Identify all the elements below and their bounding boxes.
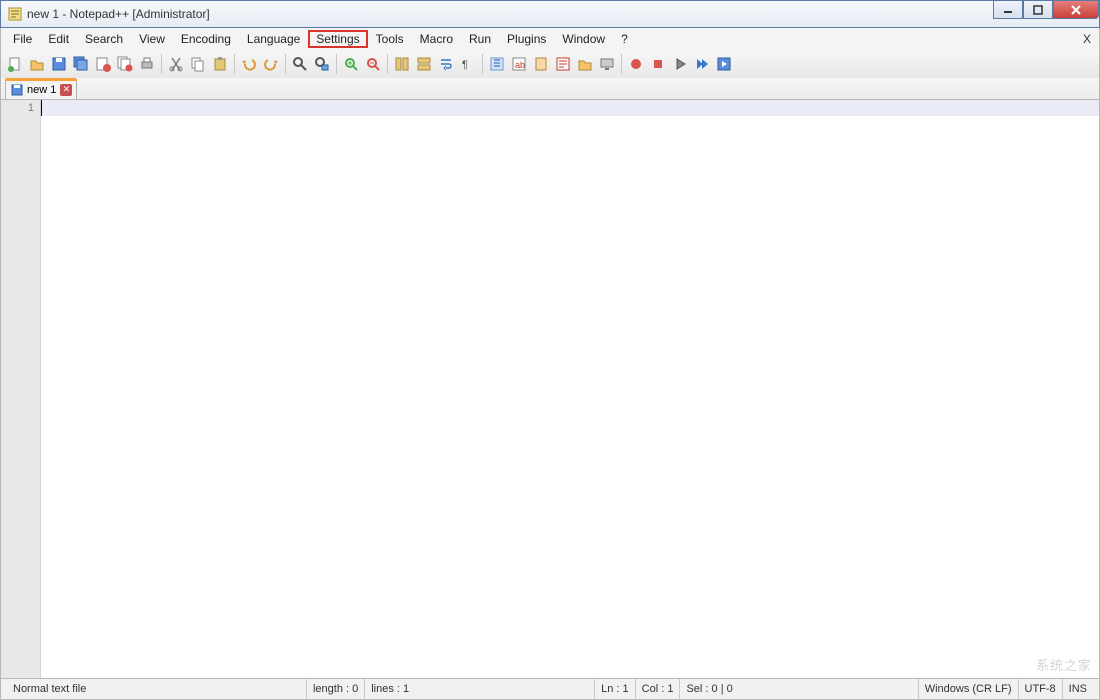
status-length: length : 0	[306, 679, 364, 699]
stop-macro-icon[interactable]	[648, 54, 668, 74]
new-file-icon[interactable]	[5, 54, 25, 74]
app-icon	[7, 6, 23, 22]
wrap-icon[interactable]	[436, 54, 456, 74]
play-macro-icon[interactable]	[670, 54, 690, 74]
current-line-highlight	[41, 100, 1099, 116]
menu-settings[interactable]: Settings	[308, 30, 367, 48]
menu-encoding[interactable]: Encoding	[173, 30, 239, 48]
menu-file[interactable]: File	[5, 30, 40, 48]
record-macro-icon[interactable]	[626, 54, 646, 74]
close-doc-button[interactable]: X	[1083, 32, 1091, 46]
statusbar: Normal text file length : 0 lines : 1 Ln…	[0, 678, 1100, 700]
minimize-button[interactable]	[993, 1, 1023, 19]
indent-guide-icon[interactable]	[487, 54, 507, 74]
toolbar-separator	[482, 54, 483, 74]
editor-area: 1	[0, 100, 1100, 678]
toolbar-separator	[285, 54, 286, 74]
tab-label: new 1	[27, 84, 56, 96]
status-lines: lines : 1	[364, 679, 415, 699]
print-icon[interactable]	[137, 54, 157, 74]
copy-icon[interactable]	[188, 54, 208, 74]
close-file-icon[interactable]	[93, 54, 113, 74]
status-sel: Sel : 0 | 0	[679, 679, 738, 699]
tab-close-icon[interactable]: ✕	[60, 84, 72, 96]
svg-text:¶: ¶	[462, 59, 468, 71]
doc-map-icon[interactable]	[531, 54, 551, 74]
maximize-button[interactable]	[1023, 1, 1053, 19]
status-encoding: UTF-8	[1018, 679, 1062, 699]
redo-icon[interactable]	[261, 54, 281, 74]
tab-new-1[interactable]: new 1 ✕	[5, 79, 77, 99]
func-list-icon[interactable]	[553, 54, 573, 74]
open-icon[interactable]	[27, 54, 47, 74]
status-insert: INS	[1062, 679, 1093, 699]
folder-icon[interactable]	[575, 54, 595, 74]
status-eol: Windows (CR LF)	[918, 679, 1018, 699]
sync-v-icon[interactable]	[392, 54, 412, 74]
menu-plugins[interactable]: Plugins	[499, 30, 554, 48]
menu-edit[interactable]: Edit	[40, 30, 77, 48]
titlebar: new 1 - Notepad++ [Administrator]	[0, 0, 1100, 28]
line-gutter: 1	[1, 100, 41, 678]
window-title: new 1 - Notepad++ [Administrator]	[27, 7, 210, 21]
all-chars-icon[interactable]: ¶	[458, 54, 478, 74]
close-window-button[interactable]	[1053, 1, 1099, 19]
menu-view[interactable]: View	[131, 30, 173, 48]
menu-run[interactable]: Run	[461, 30, 499, 48]
play-multi-icon[interactable]	[692, 54, 712, 74]
toolbar-separator	[234, 54, 235, 74]
sync-h-icon[interactable]	[414, 54, 434, 74]
close-all-icon[interactable]	[115, 54, 135, 74]
menu-language[interactable]: Language	[239, 30, 308, 48]
status-filetype: Normal text file	[7, 679, 127, 699]
text-editor[interactable]	[41, 100, 1099, 678]
menu-macro[interactable]: Macro	[412, 30, 461, 48]
undo-icon[interactable]	[239, 54, 259, 74]
menu-window[interactable]: Window	[554, 30, 613, 48]
zoom-out-icon[interactable]	[363, 54, 383, 74]
text-caret	[41, 100, 42, 116]
save-icon[interactable]	[49, 54, 69, 74]
tab-save-icon	[10, 83, 24, 97]
save-all-icon[interactable]	[71, 54, 91, 74]
monitor-icon[interactable]	[597, 54, 617, 74]
find-icon[interactable]	[290, 54, 310, 74]
window-controls	[993, 1, 1099, 21]
menubar: File Edit Search View Encoding Language …	[0, 28, 1100, 50]
toolbar: ¶ ab	[0, 50, 1100, 78]
menu-help[interactable]: ?	[613, 30, 636, 48]
svg-text:ab: ab	[515, 60, 525, 70]
menu-tools[interactable]: Tools	[368, 30, 412, 48]
zoom-in-icon[interactable]	[341, 54, 361, 74]
paste-icon[interactable]	[210, 54, 230, 74]
lang-icon[interactable]: ab	[509, 54, 529, 74]
cut-icon[interactable]	[166, 54, 186, 74]
replace-icon[interactable]	[312, 54, 332, 74]
toolbar-separator	[387, 54, 388, 74]
tabbar: new 1 ✕	[0, 78, 1100, 100]
save-macro-icon[interactable]	[714, 54, 734, 74]
menu-search[interactable]: Search	[77, 30, 131, 48]
toolbar-separator	[336, 54, 337, 74]
status-ln: Ln : 1	[594, 679, 635, 699]
toolbar-separator	[621, 54, 622, 74]
line-number: 1	[1, 102, 34, 114]
status-col: Col : 1	[635, 679, 680, 699]
toolbar-separator	[161, 54, 162, 74]
